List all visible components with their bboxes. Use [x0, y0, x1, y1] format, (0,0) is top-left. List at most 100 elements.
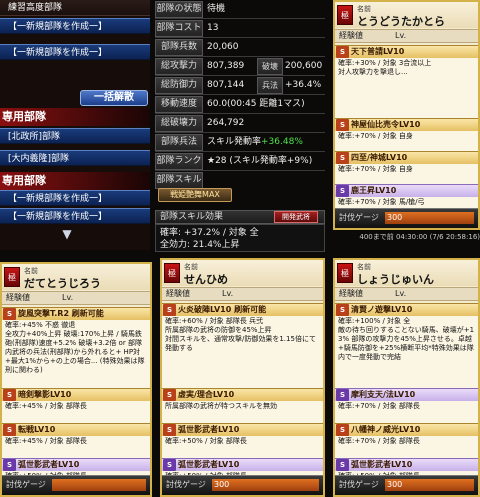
- skill-rank: S: [3, 308, 16, 320]
- general-name: せんひめ: [184, 273, 228, 286]
- skill-title[interactable]: S 弧世影武者LV10: [162, 458, 323, 471]
- general-card[interactable]: 極名前 だてとうじろう 経験値 Lv. S 旋風突撃T.R2 刷新可能 確率:+45% 不惑…: [0, 262, 152, 497]
- unit-skill-button[interactable]: 戦姫艶舞MAX: [158, 188, 232, 202]
- skill-name: 八幡神ノ威光LV10: [351, 425, 421, 434]
- skill-title[interactable]: S 天下普請LV10: [335, 45, 478, 58]
- lv-label: Lv.: [62, 293, 74, 302]
- bulk-disband-button[interactable]: 一括解散: [80, 90, 148, 106]
- skill-rank: S: [336, 424, 349, 436]
- general-name: とうどうたかとら: [357, 15, 445, 28]
- skill-name: 鹿王昇LV10: [351, 186, 397, 195]
- unit-row-1[interactable]: 練習高度部隊: [0, 0, 150, 16]
- skill-rank: S: [163, 459, 176, 471]
- skill-title[interactable]: S 虚実/理合LV10: [162, 388, 323, 401]
- skill-title[interactable]: S 清賢ノ遊撃LV10: [335, 303, 478, 316]
- skill-desc: 確率:+30% / 対象 3合流以上 対人攻撃力を撃退し...: [335, 58, 478, 118]
- skill-name: 神屋仙比売令LV10: [351, 120, 421, 129]
- timer-note: 400まで前 04:30:00 (7/6 20:58:16): [359, 233, 480, 241]
- card-header: 極名前 だてとうじろう: [2, 264, 150, 290]
- skill-name: 天下普請LV10: [351, 47, 405, 56]
- gauge-value: [52, 479, 146, 491]
- section-title-3: 専用部隊: [0, 172, 150, 190]
- stat-row-soldiers: 部隊兵数 20,060: [155, 38, 325, 57]
- card-header: 極名前 せんひめ: [162, 260, 323, 286]
- new-unit-row-4[interactable]: 【一新規部隊を作成一】: [0, 208, 150, 224]
- skill-rank: S: [163, 424, 176, 436]
- exp-bar: 経験値 Lv.: [2, 291, 150, 305]
- tactics-highlight: +36.48%: [261, 137, 303, 147]
- rarity-badge: 極: [337, 5, 353, 25]
- skill-title[interactable]: S 暗剣撃影LV10: [2, 388, 150, 401]
- skill-name: 弧世影武者LV10: [178, 460, 240, 469]
- exp-bar: 経験値 Lv.: [335, 287, 478, 301]
- skill-title[interactable]: S 弧世影武者LV10: [162, 423, 323, 436]
- rarity-badge: 極: [4, 267, 20, 287]
- stat-row-destruction: 総破壊力 264,792: [155, 114, 325, 133]
- unit-row-ouchi[interactable]: [大内義隆]部隊: [0, 150, 150, 166]
- general-name: だてとうじろう: [24, 277, 101, 290]
- new-unit-row-3[interactable]: 【一新規部隊を作成一】: [0, 190, 150, 206]
- skill-title[interactable]: S 摩利支天/法LV10: [335, 388, 478, 401]
- gauge-label: 討伐ゲージ: [6, 480, 46, 489]
- gauge-label: 討伐ゲージ: [339, 213, 379, 222]
- exp-label: 経験値: [339, 31, 363, 40]
- skill-name: 虚実/理合LV10: [178, 390, 235, 399]
- subjugation-gauge: 討伐ゲージ: [2, 475, 150, 495]
- skill-name: 清賢ノ遊撃LV10: [351, 305, 413, 314]
- skill-title[interactable]: S 鹿王昇LV10: [335, 184, 478, 197]
- skill-rank: S: [336, 152, 349, 164]
- skill-title[interactable]: S 火炎破陣LV10 刷新可能: [162, 303, 323, 316]
- skill-desc: 確率:+60% / 対象 部隊長 兵弐 所属部隊の武将の防御を45%上昇 対間ス…: [162, 316, 323, 388]
- exp-label: 経験値: [339, 289, 363, 298]
- skill-rank: S: [336, 389, 349, 401]
- stat-row-defense: 総防御力 807,144 兵法 +36.4%: [155, 76, 325, 95]
- skill-rank: S: [3, 424, 16, 436]
- skill-title[interactable]: S 弧世影武者LV10: [335, 458, 478, 471]
- skill-name: 火炎破陣LV10 刷新可能: [178, 305, 267, 314]
- new-unit-row-1[interactable]: 【一新規部隊を作成一】: [0, 18, 150, 34]
- lv-label: Lv.: [395, 289, 407, 298]
- skill-rank: S: [336, 185, 349, 197]
- gauge-value: 300: [385, 212, 474, 224]
- gauge-value: 300: [212, 479, 319, 491]
- skill-name: 暗剣撃影LV10: [18, 390, 72, 399]
- exp-bar: 経験値 Lv.: [335, 29, 478, 43]
- skill-name: 摩利支天/法LV10: [351, 390, 416, 399]
- skill-title[interactable]: S 旋風突撃T.R2 刷新可能: [2, 307, 150, 320]
- stat-row-speed: 移動速度 60.0(00:45 距離1マス): [155, 95, 325, 114]
- section-title-2: 専用部隊: [0, 108, 150, 126]
- down-triangle-icon[interactable]: ▼: [60, 228, 74, 240]
- effect-line-1: 確率: +37.2% / 対象 全: [160, 228, 259, 238]
- stat-row-tactics: 部隊兵法 スキル発動率+36.48%: [155, 133, 325, 152]
- skill-rank: S: [163, 304, 176, 316]
- skill-rank: S: [336, 46, 349, 58]
- gauge-label: 討伐ゲージ: [166, 480, 206, 489]
- effect-box: 確率: +37.2% / 対象 全 全効力: 21.4%上昇: [155, 224, 325, 252]
- skill-rank: S: [3, 389, 16, 401]
- gauge-label: 討伐ゲージ: [339, 480, 379, 489]
- lv-label: Lv.: [395, 31, 407, 40]
- general-card[interactable]: 極名前 しょうじゅいん 経験値 Lv. S 清賢ノ遊撃LV10 確率:+100% / 対象 …: [333, 258, 480, 497]
- subjugation-gauge: 討伐ゲージ 300: [335, 475, 478, 495]
- skill-rank: S: [3, 459, 16, 471]
- unit-row-kitanomandokoro[interactable]: [北政所]部隊: [0, 128, 150, 144]
- lv-label: Lv.: [222, 289, 234, 298]
- general-card[interactable]: 極名前 せんひめ 経験値 Lv. S 火炎破陣LV10 刷新可能 確率:+60% / 対象 …: [160, 258, 325, 497]
- skill-desc: 所属部隊の武将が特つスキルを無効: [162, 401, 323, 423]
- general-card[interactable]: 極名前 とうどうたかとら 経験値 Lv. S 天下普請LV10 確率:+30% / 対象 3…: [333, 0, 480, 230]
- stat-row-cost: 部隊コスト 13: [155, 19, 325, 38]
- subjugation-gauge: 討伐ゲージ 300: [335, 208, 478, 228]
- skill-title[interactable]: S 転戦LV10: [2, 423, 150, 436]
- rarity-badge: 極: [164, 263, 180, 283]
- skill-title[interactable]: S 四至/神城LV10: [335, 151, 478, 164]
- skill-desc: 確率:+70% / 対象 自身: [335, 131, 478, 151]
- tactics-text: スキル発動率: [207, 137, 262, 147]
- skill-title[interactable]: S 弧世影武者LV10: [2, 458, 150, 471]
- skill-name: 旋風突撃T.R2 刷新可能: [18, 309, 104, 318]
- skill-title[interactable]: S 神屋仙比売令LV10: [335, 118, 478, 131]
- new-unit-row-2[interactable]: 【一新規部隊を作成一】: [0, 44, 150, 60]
- card-header: 極名前 しょうじゅいん: [335, 260, 478, 286]
- skill-title[interactable]: S 八幡神ノ威光LV10: [335, 423, 478, 436]
- skill-desc: 確率:+50% / 対象 部隊長: [162, 436, 323, 458]
- skill-name: 四至/神城LV10: [351, 153, 408, 162]
